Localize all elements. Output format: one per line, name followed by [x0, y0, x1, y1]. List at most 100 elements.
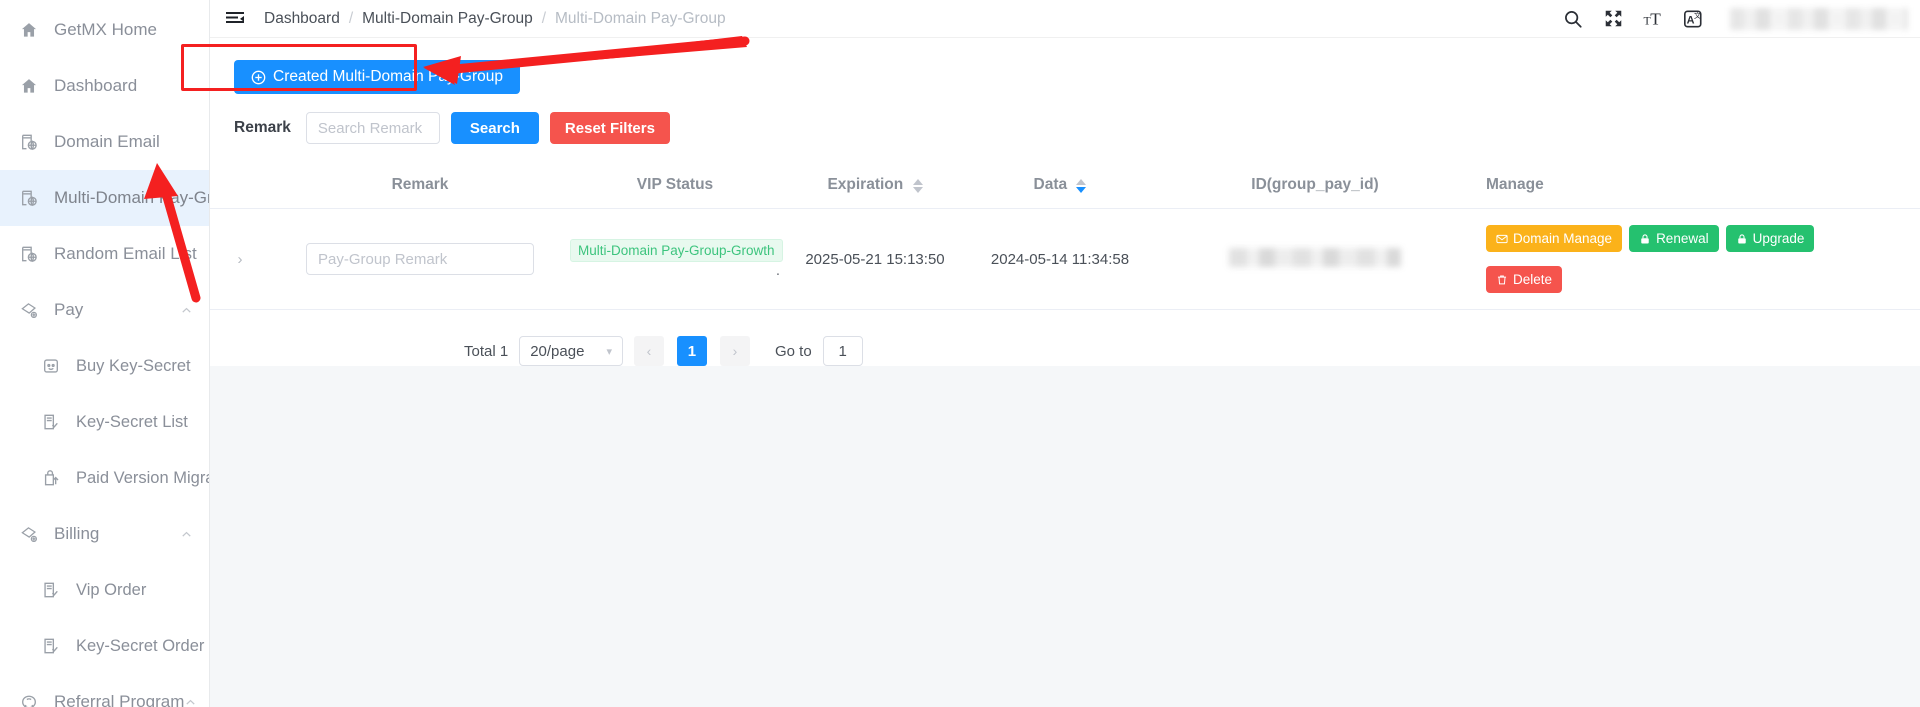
search-remark-input[interactable]	[305, 112, 440, 144]
row-remark-input[interactable]	[306, 243, 534, 275]
pagination-total: Total 1	[464, 342, 509, 360]
coin-icon	[18, 691, 40, 707]
sidebar-item-label: GetMX Home	[54, 20, 157, 39]
manage-actions: Domain Manage Renewal Upgrade Delete	[1480, 225, 1920, 293]
sidebar-item-label: Pay	[54, 300, 84, 319]
breadcrumb: Dashboard / Multi-Domain Pay-Group / Mul…	[264, 10, 726, 28]
column-header-id: ID(group_pay_id)	[1150, 166, 1480, 209]
sidebar-item-pay[interactable]: Pay	[0, 282, 209, 338]
renewal-button[interactable]: Renewal	[1629, 225, 1719, 252]
shop-icon	[40, 355, 62, 377]
vip-status-suffix: .	[775, 262, 780, 279]
chevron-right-icon[interactable]: ›	[238, 251, 243, 268]
sidebar-item-label: Key-Secret List	[76, 412, 188, 431]
table-row: › Multi-Domain Pay-Group-Growth . 2025-0…	[210, 208, 1920, 310]
sidebar-item-dashboard[interactable]: Dashboard	[0, 58, 209, 114]
sidebar-item-getmx-home[interactable]: GetMX Home	[0, 2, 209, 58]
button-label: Renewal	[1656, 231, 1709, 246]
sidebar-item-multi-domain-pay-group[interactable]: Multi-Domain Pay-Group	[0, 170, 209, 226]
svg-text:文: 文	[1694, 11, 1702, 20]
chevron-up-icon[interactable]	[180, 528, 193, 541]
plus-circle-icon	[251, 70, 266, 85]
sidebar-item-label: Vip Order	[76, 580, 147, 599]
translate-icon[interactable]: A 文	[1682, 8, 1704, 30]
pagination-goto-input[interactable]	[822, 336, 863, 366]
chevron-up-icon[interactable]	[180, 304, 193, 317]
mail-globe-icon	[18, 243, 40, 265]
table-body: › Multi-Domain Pay-Group-Growth . 2025-0…	[210, 208, 1920, 310]
row-data-cell: 2024-05-14 11:34:58	[970, 208, 1150, 310]
pagination-prev-button[interactable]: ‹	[633, 336, 664, 366]
sidebar-item-key-secret-list[interactable]: Key-Secret List	[0, 394, 209, 450]
breadcrumb-separator: /	[541, 9, 547, 27]
upgrade-button[interactable]: Upgrade	[1725, 225, 1815, 252]
chevron-up-icon[interactable]	[184, 696, 197, 707]
pagination-goto-label: Go to	[774, 342, 812, 360]
chevron-down-icon: ▾	[606, 345, 612, 358]
row-expiration-cell: 2025-05-21 15:13:50	[780, 208, 970, 310]
mail-globe-icon	[18, 187, 40, 209]
panel-toolbar: Created Multi-Domain Pay-Group	[210, 38, 1920, 94]
button-label: Delete	[1513, 272, 1553, 287]
main-area: Dashboard / Multi-Domain Pay-Group / Mul…	[210, 0, 1920, 707]
mail-globe-icon	[18, 131, 40, 153]
column-label: Remark	[391, 176, 449, 193]
pay-group-panel: Created Multi-Domain Pay-Group Remark Se…	[210, 38, 1920, 366]
search-icon[interactable]	[1562, 8, 1584, 30]
doc-check-icon	[40, 411, 62, 433]
doc-check-icon	[40, 635, 62, 657]
filter-bar: Remark Search Reset Filters	[210, 94, 1920, 144]
column-header-expiration[interactable]: Expiration	[780, 166, 970, 209]
pagination-page-1[interactable]: 1	[676, 336, 707, 366]
font-size-icon[interactable]: T T	[1642, 8, 1664, 30]
reset-filters-button[interactable]: Reset Filters	[549, 112, 670, 144]
delete-button[interactable]: Delete	[1486, 266, 1563, 293]
pagination: Total 1 20/page ▾ ‹ 1 › Go to	[210, 310, 1920, 366]
sidebar-item-domain-email[interactable]: Domain Email	[0, 114, 209, 170]
breadcrumb-item-multi-domain-pay-group[interactable]: Multi-Domain Pay-Group	[362, 10, 533, 28]
lock-icon	[1736, 233, 1748, 245]
envelope-icon	[1496, 233, 1508, 245]
column-label: Manage	[1486, 176, 1544, 193]
doc-check-icon	[40, 579, 62, 601]
topbar-actions: T T A 文	[1562, 7, 1908, 30]
sort-arrows-data[interactable]	[1076, 178, 1087, 193]
app-root: GetMX Home Dashboard Domain Email Multi-Dom…	[0, 0, 1920, 707]
sidebar-item-key-secret-order[interactable]: Key-Secret Order	[0, 618, 209, 674]
tag-plus-icon	[18, 299, 40, 321]
row-id-cell	[1150, 208, 1480, 310]
column-header-data[interactable]: Data	[970, 166, 1150, 209]
button-label: Domain Manage	[1513, 231, 1613, 246]
account-name-redacted[interactable]	[1730, 7, 1908, 30]
sidebar-item-billing[interactable]: Billing	[0, 506, 209, 562]
status-badge: Multi-Domain Pay-Group-Growth	[570, 239, 783, 262]
trash-icon	[1496, 274, 1508, 286]
sidebar-item-label: Referral Program	[54, 692, 185, 707]
sidebar-item-referral-program[interactable]: Referral Program	[0, 674, 209, 707]
sidebar-item-buy-key-secret[interactable]: Buy Key-Secret	[0, 338, 209, 394]
create-multi-domain-pay-group-button[interactable]: Created Multi-Domain Pay-Group	[234, 60, 521, 94]
search-button[interactable]: Search	[450, 112, 539, 144]
fullscreen-icon[interactable]	[1602, 8, 1624, 30]
topbar: Dashboard / Multi-Domain Pay-Group / Mul…	[210, 0, 1920, 38]
table-header-row: Remark VIP Status Expiration Data ID(gro…	[210, 166, 1920, 209]
column-label: Data	[1033, 176, 1068, 193]
breadcrumb-separator: /	[348, 9, 354, 27]
remark-filter-label: Remark	[234, 119, 291, 136]
column-label: VIP Status	[636, 176, 714, 193]
page-size-select[interactable]: 20/page ▾	[519, 336, 623, 366]
sidebar-item-label: Key-Secret Order	[76, 636, 205, 655]
breadcrumb-item-dashboard[interactable]: Dashboard	[264, 10, 340, 28]
sort-arrows-expiration[interactable]	[912, 178, 923, 193]
pagination-next-button[interactable]: ›	[719, 336, 750, 366]
sidebar-item-label: Dashboard	[54, 76, 138, 95]
sidebar-item-vip-order[interactable]: Vip Order	[0, 562, 209, 618]
sidebar-item-paid-version-migration[interactable]: Paid Version Migration	[0, 450, 209, 506]
sidebar-item-random-email-list[interactable]: Random Email List	[0, 226, 209, 282]
hamburger-collapse-icon[interactable]	[224, 8, 246, 30]
create-button-label: Created Multi-Domain Pay-Group	[273, 68, 504, 85]
column-label: Expiration	[827, 176, 904, 193]
page-size-value: 20/page	[530, 342, 585, 360]
domain-manage-button[interactable]: Domain Manage	[1486, 225, 1623, 252]
tag-plus-icon	[18, 523, 40, 545]
